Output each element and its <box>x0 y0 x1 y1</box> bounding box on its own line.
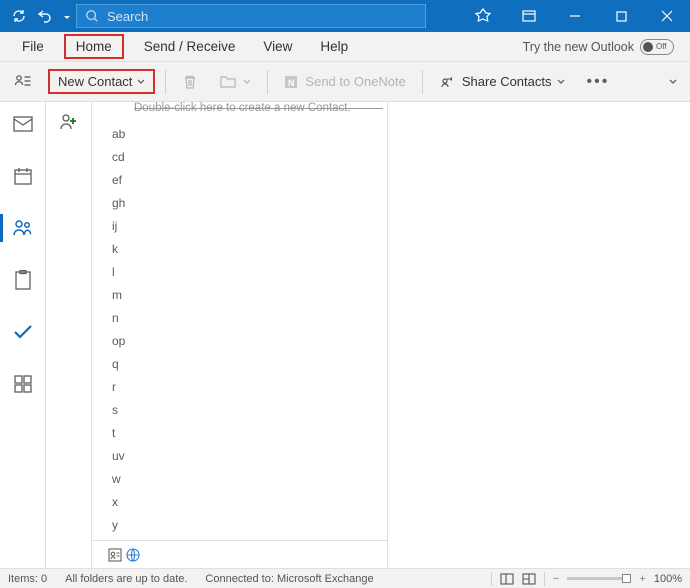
tab-help[interactable]: Help <box>306 32 362 61</box>
delete-button <box>176 68 204 96</box>
tab-send-receive[interactable]: Send / Receive <box>130 32 250 61</box>
zoom-slider[interactable] <box>567 577 631 580</box>
view-normal-icon[interactable] <box>500 573 514 585</box>
status-connected: Connected to: Microsoft Exchange <box>205 573 373 585</box>
ribbon-collapse-button[interactable] <box>668 74 682 89</box>
chevron-down-icon <box>243 78 251 86</box>
alpha-index-item[interactable]: ef <box>112 168 387 191</box>
new-contact-folder-icon[interactable] <box>55 108 83 136</box>
tab-strip: File Home Send / Receive View Help Try t… <box>0 32 690 62</box>
alpha-index: abcdefghijklmnopqrstuvwxyz <box>92 120 387 540</box>
chevron-down-icon <box>557 78 565 86</box>
minimize-button[interactable] <box>552 0 598 32</box>
reading-pane <box>388 102 690 568</box>
alpha-index-item[interactable]: ij <box>112 214 387 237</box>
zoom-level: 100% <box>654 573 682 585</box>
new-contact-hint[interactable]: Double-click here to create a new Contac… <box>92 99 387 117</box>
alpha-index-item[interactable]: y <box>112 513 387 536</box>
status-items: Items: 0 <box>8 573 47 585</box>
calendar-nav-icon[interactable] <box>7 160 39 192</box>
svg-text:N: N <box>288 78 295 88</box>
alpha-index-item[interactable]: m <box>112 283 387 306</box>
undo-icon[interactable] <box>36 7 54 25</box>
todo-nav-icon[interactable] <box>7 316 39 348</box>
new-contact-button[interactable]: New Contact <box>48 69 155 94</box>
share-contacts-label: Share Contacts <box>462 74 552 89</box>
alpha-index-item[interactable]: cd <box>112 145 387 168</box>
alpha-index-item[interactable]: x <box>112 490 387 513</box>
alpha-index-item[interactable]: n <box>112 306 387 329</box>
tab-view[interactable]: View <box>249 32 306 61</box>
folder-pane <box>46 102 92 568</box>
premium-icon[interactable] <box>460 0 506 32</box>
send-to-onenote-button: N Send to OneNote <box>278 68 411 96</box>
maximize-button[interactable] <box>598 0 644 32</box>
try-new-toggle[interactable]: Off <box>640 39 674 55</box>
title-bar: Search <box>0 0 690 32</box>
alpha-index-item[interactable]: uv <box>112 444 387 467</box>
list-footer <box>92 540 387 568</box>
send-onenote-label: Send to OneNote <box>305 74 405 89</box>
window-arrange-icon[interactable] <box>506 0 552 32</box>
alpha-index-item[interactable]: s <box>112 398 387 421</box>
alpha-index-item[interactable]: w <box>112 467 387 490</box>
sync-icon[interactable] <box>10 7 28 25</box>
chevron-down-icon <box>137 78 145 86</box>
alpha-index-item[interactable]: ab <box>112 122 387 145</box>
tab-home[interactable]: Home <box>64 34 124 59</box>
tab-file[interactable]: File <box>8 32 58 61</box>
share-contacts-button[interactable]: Share Contacts <box>433 68 571 96</box>
move-button <box>214 68 257 96</box>
view-reading-icon[interactable] <box>522 573 536 585</box>
apps-nav-icon[interactable] <box>7 368 39 400</box>
alpha-index-item[interactable]: t <box>112 421 387 444</box>
mail-nav-icon[interactable] <box>7 108 39 140</box>
tasks-nav-icon[interactable] <box>7 264 39 296</box>
search-placeholder: Search <box>107 9 148 24</box>
people-nav-icon[interactable] <box>7 212 39 244</box>
alpha-index-item[interactable]: gh <box>112 191 387 214</box>
try-new-label: Try the new Outlook <box>523 40 634 54</box>
more-options-button[interactable]: ••• <box>581 73 616 91</box>
new-contact-label: New Contact <box>58 74 132 89</box>
close-button[interactable] <box>644 0 690 32</box>
alpha-index-item[interactable]: r <box>112 375 387 398</box>
qat-dropdown-icon[interactable] <box>62 7 72 25</box>
search-input[interactable]: Search <box>76 4 426 28</box>
contact-list: Double-click here to create a new Contac… <box>92 102 388 568</box>
globe-icon[interactable] <box>126 548 140 562</box>
contact-card-icon[interactable] <box>108 547 124 563</box>
nav-rail <box>0 102 46 568</box>
alpha-index-item[interactable]: k <box>112 237 387 260</box>
contact-list-icon[interactable] <box>8 68 38 96</box>
try-new-outlook[interactable]: Try the new Outlook Off <box>523 32 682 61</box>
alpha-index-item[interactable]: q <box>112 352 387 375</box>
ribbon: New Contact N Send to OneNote Share Cont… <box>0 62 690 102</box>
status-folders: All folders are up to date. <box>65 573 187 585</box>
alpha-index-item[interactable]: l <box>112 260 387 283</box>
status-bar: Items: 0 All folders are up to date. Con… <box>0 568 690 588</box>
alpha-index-item[interactable]: op <box>112 329 387 352</box>
